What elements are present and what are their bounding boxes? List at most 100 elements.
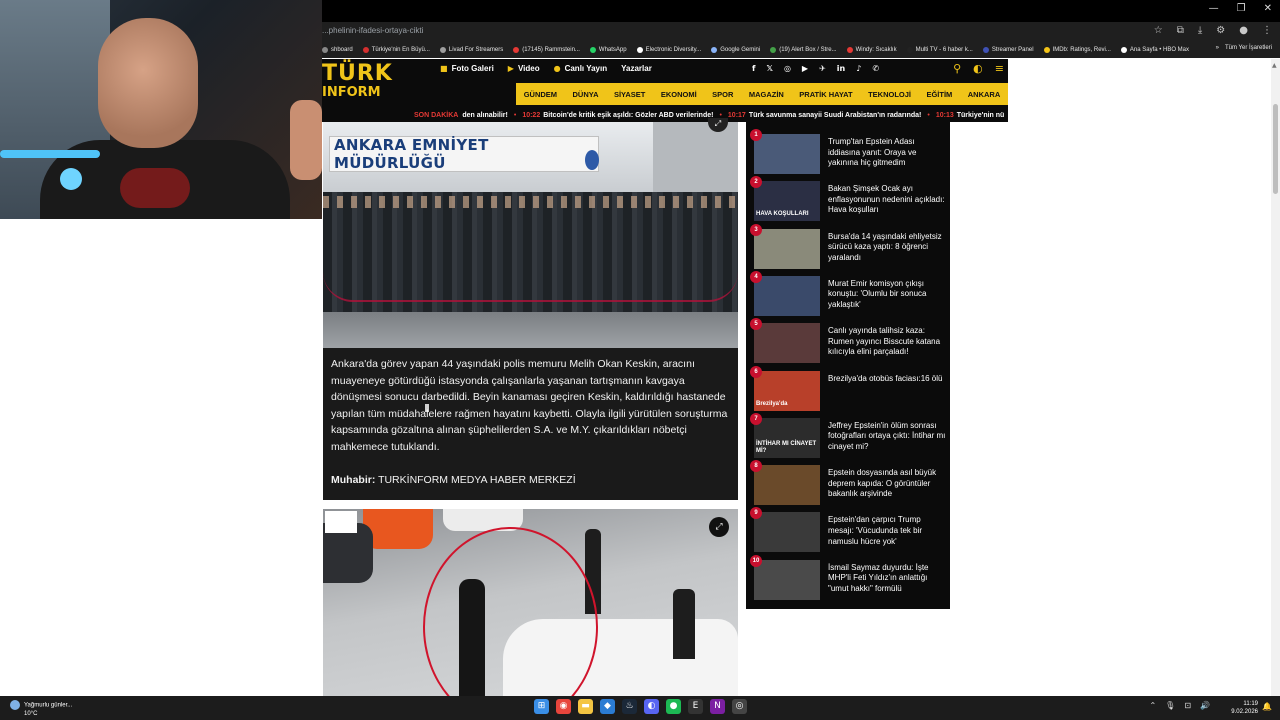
category-link[interactable]: ANKARA — [968, 90, 1001, 99]
bookmark-item[interactable]: (17145) Rammstein... — [513, 47, 580, 53]
most-read-thumbnail: İNTİHAR MI CİNAYET Mİ? — [754, 417, 820, 458]
spotify-icon[interactable]: ● — [666, 699, 681, 714]
minimize-icon[interactable]: — — [1209, 3, 1219, 14]
settings-icon[interactable]: ⚙ — [1216, 25, 1225, 36]
notification-icon[interactable]: 🔔 — [1262, 702, 1272, 711]
topnav-item[interactable]: ● Canlı Yayın — [554, 64, 608, 73]
rank-badge: 10 — [750, 554, 762, 567]
most-read-item[interactable]: 4 Murat Emir komisyon çıkışı konuştu: 'Ol… — [746, 264, 950, 316]
ticker-headline[interactable]: Bitcoin'de kritik eşik aşıldı: Gözler AB… — [543, 112, 713, 119]
ticker-headline[interactable]: Türkiye'nin nü — [957, 112, 1005, 119]
bookmarks-more-icon[interactable]: » — [1216, 45, 1219, 51]
category-link[interactable]: EĞİTİM — [926, 90, 952, 99]
clock[interactable]: 11:19 9.02.2026 — [1231, 700, 1258, 716]
epic-icon[interactable]: E — [688, 699, 703, 714]
social-icon[interactable]: ♪ — [856, 64, 861, 73]
topnav-item[interactable]: ■ Foto Galeri — [440, 64, 494, 73]
theme-toggle-icon[interactable]: ◐ — [973, 62, 983, 75]
category-nav: GÜNDEM DÜNYA SİYASET EKONOMİ SPOR MAGAZİN PRAT… — [516, 83, 1008, 105]
volume-icon[interactable]: 🔊 — [1200, 701, 1210, 710]
category-link[interactable]: SİYASET — [614, 90, 645, 99]
most-read-item[interactable]: 5 Canlı yayında talihsiz kaza: Rumen yayı… — [746, 311, 950, 364]
extensions-icon[interactable]: ⧉ — [1177, 25, 1184, 36]
microphone-tray-icon[interactable]: 🎙 — [1165, 701, 1175, 710]
hamburger-menu-icon[interactable]: ≡ — [995, 62, 1004, 75]
restore-icon[interactable]: ❐ — [1237, 3, 1246, 14]
ticker-time: 10:22 — [522, 112, 541, 119]
bookmark-favicon-icon — [439, 47, 446, 53]
most-read-item[interactable]: HAVA KOŞULLARI 2 Bakan Şimşek Ocak ayı enf… — [746, 169, 950, 222]
topnav-icon: ■ — [440, 64, 448, 73]
category-link[interactable]: PRATİK HAYAT — [799, 90, 852, 99]
bookmark-item[interactable]: Türkiye'nin En Büyü... — [362, 47, 430, 53]
social-icon[interactable]: ◎ — [784, 64, 791, 73]
ticker-headline[interactable]: Türk savunma sanayii Suudi Arabistan'ın … — [749, 112, 922, 119]
network-icon[interactable]: ⊡ — [1184, 701, 1191, 710]
social-icon[interactable]: 𝕏 — [766, 64, 772, 73]
bookmark-item[interactable]: WhatsApp — [589, 47, 627, 53]
address-bar-tools: ☆ ⧉ ⤓ ⚙ ● ⋮ — [1154, 25, 1272, 36]
most-read-item[interactable]: 1 Trump'tan Epstein Adası iddiasına yanıt… — [746, 122, 950, 174]
most-read-item[interactable]: 9 Epstein'dan çarpıcı Trump mesajı: 'Vücu… — [746, 500, 950, 553]
close-icon[interactable]: ✕ — [1264, 3, 1272, 14]
most-read-item[interactable]: 8 Epstein dosyasında asıl büyük deprem ka… — [746, 453, 950, 506]
reporter-label: Muhabir: — [331, 474, 376, 486]
rank-badge: 7 — [750, 412, 762, 425]
category-link[interactable]: DÜNYA — [573, 90, 599, 99]
blank-overlay — [325, 511, 357, 533]
most-read-item[interactable]: 10 İsmail Saymaz duyurdu: İşte MHP'li Fet… — [746, 548, 950, 600]
profile-icon[interactable]: ● — [1239, 25, 1248, 36]
bookmark-item[interactable]: Multi TV - 6 haber k... — [906, 47, 973, 53]
ticker-headline[interactable]: den alınabilir! — [462, 112, 508, 119]
category-link[interactable]: MAGAZİN — [749, 90, 784, 99]
weather-widget[interactable]: Yağmurlu günler... 10°C — [10, 700, 72, 718]
download-icon[interactable]: ⤓ — [1198, 25, 1202, 36]
bookmark-item[interactable]: Livad For Streamers — [439, 47, 503, 53]
tray-chevron-icon[interactable]: ⌃ — [1149, 701, 1156, 710]
most-read-item[interactable]: İNTİHAR MI CİNAYET Mİ? 7 Jeffrey Epstein'i… — [746, 406, 950, 458]
category-link[interactable]: SPOR — [712, 90, 733, 99]
social-icon[interactable]: ▶ — [802, 64, 808, 73]
social-icon[interactable]: ✈ — [819, 64, 826, 73]
scrollbar-thumb[interactable] — [1273, 104, 1278, 194]
scroll-up-icon[interactable]: ▲ — [1272, 62, 1277, 69]
folder-icon[interactable]: ▬ — [578, 699, 593, 714]
bookmark-item[interactable]: Google Gemini — [711, 47, 760, 53]
logo-line2: INFORM — [322, 85, 381, 100]
bookmark-item[interactable]: Windy: Sıcaklık — [846, 47, 897, 53]
topnav-item[interactable]: ▶ Video — [508, 64, 540, 73]
bookmark-item[interactable]: Streamer Panel — [982, 47, 1034, 53]
most-read-item[interactable]: 3 Bursa'da 14 yaşındaki ehliyetsiz sürücü… — [746, 217, 950, 269]
chrome-icon[interactable]: ◉ — [556, 699, 571, 714]
most-read-item[interactable]: Brezilya'da 6 Brezilya'da otobüs faciası:1… — [746, 359, 950, 411]
star-icon[interactable]: ☆ — [1154, 25, 1163, 36]
bookmark-item[interactable]: Electronic Diversity... — [636, 47, 701, 53]
search-icon[interactable]: ⚲ — [953, 62, 961, 75]
steam-icon[interactable]: ♨ — [622, 699, 637, 714]
site-logo[interactable]: TÜRK INFORM — [322, 63, 393, 100]
bookmark-favicon-icon — [1120, 47, 1127, 53]
windows-icon[interactable]: ⊞ — [534, 699, 549, 714]
bookmark-item[interactable]: Ana Sayfa • HBO Max — [1120, 47, 1189, 53]
category-link[interactable]: GÜNDEM — [524, 90, 557, 99]
social-icon[interactable]: ✆ — [872, 64, 879, 73]
rank-badge: 1 — [750, 129, 762, 141]
category-link[interactable]: EKONOMİ — [661, 90, 697, 99]
app-icon[interactable]: ◆ — [600, 699, 615, 714]
expand-icon[interactable]: ⤢ — [709, 517, 729, 537]
obs-icon[interactable]: ◎ — [732, 699, 747, 714]
category-link[interactable]: TEKNOLOJİ — [868, 90, 911, 99]
discord-icon[interactable]: ◐ — [644, 699, 659, 714]
bookmark-item[interactable]: shboard — [322, 47, 353, 53]
menu-icon[interactable]: ⋮ — [1262, 25, 1272, 36]
url-field[interactable]: ...phelinin-ifadesi-ortaya-cikti — [322, 26, 423, 35]
bookmark-item[interactable]: (19) Alert Box / Stre... — [770, 47, 837, 53]
article-photo-ceremony[interactable]: ANKARA EMNİYET MÜDÜRLÜĞÜ — [323, 122, 738, 348]
next-icon[interactable]: N — [710, 699, 725, 714]
topnav-item[interactable]: Yazarlar — [621, 64, 652, 73]
social-icon[interactable]: f — [752, 64, 755, 73]
all-bookmarks-button[interactable]: Tüm Yer İşaretleri — [1225, 45, 1272, 51]
article-photo-cctv[interactable]: ⤢ — [323, 509, 738, 696]
social-icon[interactable]: in — [837, 64, 845, 73]
bookmark-item[interactable]: IMDb: Ratings, Revi... — [1043, 47, 1111, 53]
